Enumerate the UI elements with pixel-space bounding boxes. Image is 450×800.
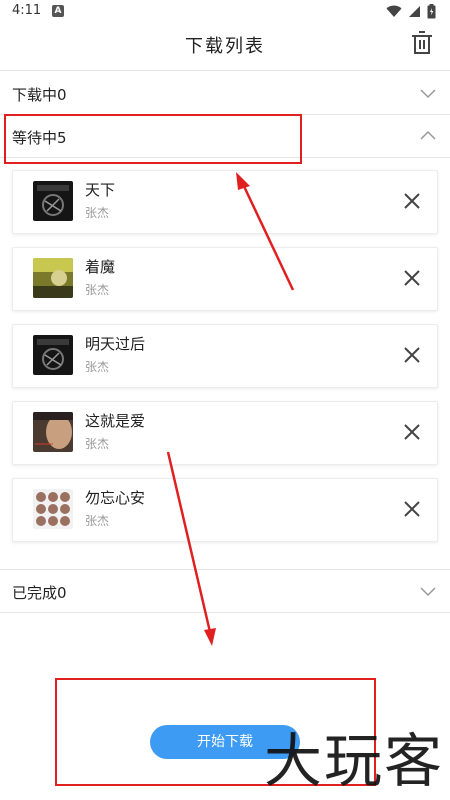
chevron-down-icon bbox=[420, 89, 436, 99]
list-item[interactable]: 着魔 张杰 bbox=[12, 247, 438, 311]
album-art bbox=[33, 412, 73, 452]
signal-icon bbox=[409, 6, 420, 17]
notification-icon: A bbox=[52, 5, 64, 17]
section-downloading[interactable]: 下载中0 bbox=[0, 72, 450, 115]
close-icon[interactable] bbox=[403, 500, 421, 518]
section-waiting[interactable]: 等待中5 bbox=[0, 115, 450, 158]
song-title: 天下 bbox=[85, 181, 116, 199]
list-item[interactable]: 勿忘心安 张杰 bbox=[12, 478, 438, 542]
close-icon[interactable] bbox=[403, 423, 421, 441]
wifi-icon bbox=[386, 5, 402, 17]
song-title: 勿忘心安 bbox=[85, 489, 146, 507]
chevron-down-icon bbox=[420, 587, 436, 597]
section-downloading-label: 下载中0 bbox=[12, 86, 67, 104]
song-artist: 张杰 bbox=[85, 437, 110, 451]
song-artist: 张杰 bbox=[85, 360, 110, 374]
status-bar: 4:11 A bbox=[0, 0, 450, 22]
watermark-logo: 大玩客 bbox=[263, 727, 444, 795]
song-title: 明天过后 bbox=[85, 335, 146, 353]
app-header: 下载列表 bbox=[0, 22, 450, 71]
section-completed[interactable]: 已完成0 bbox=[0, 569, 450, 613]
trash-icon bbox=[412, 31, 432, 54]
song-title: 着魔 bbox=[85, 258, 116, 276]
list-item[interactable]: 明天过后 张杰 bbox=[12, 324, 438, 388]
close-icon[interactable] bbox=[403, 192, 421, 210]
song-title: 这就是爱 bbox=[85, 412, 146, 430]
section-waiting-label: 等待中5 bbox=[12, 129, 67, 147]
chevron-up-icon bbox=[420, 130, 436, 140]
album-art bbox=[33, 335, 73, 375]
status-icons bbox=[386, 4, 436, 19]
song-artist: 张杰 bbox=[85, 283, 110, 297]
list-item[interactable]: 这就是爱 张杰 bbox=[12, 401, 438, 465]
album-art bbox=[33, 181, 73, 221]
album-art bbox=[33, 489, 73, 529]
song-artist: 张杰 bbox=[85, 206, 110, 220]
song-artist: 张杰 bbox=[85, 514, 110, 528]
page-title: 下载列表 bbox=[185, 36, 265, 57]
close-icon[interactable] bbox=[403, 346, 421, 364]
status-time: 4:11 bbox=[12, 3, 42, 18]
clear-all-button[interactable] bbox=[410, 30, 434, 56]
close-icon[interactable] bbox=[403, 269, 421, 287]
album-art bbox=[33, 258, 73, 298]
battery-icon bbox=[427, 4, 436, 19]
list-item[interactable]: 天下 张杰 bbox=[12, 170, 438, 234]
section-completed-label: 已完成0 bbox=[12, 584, 67, 602]
